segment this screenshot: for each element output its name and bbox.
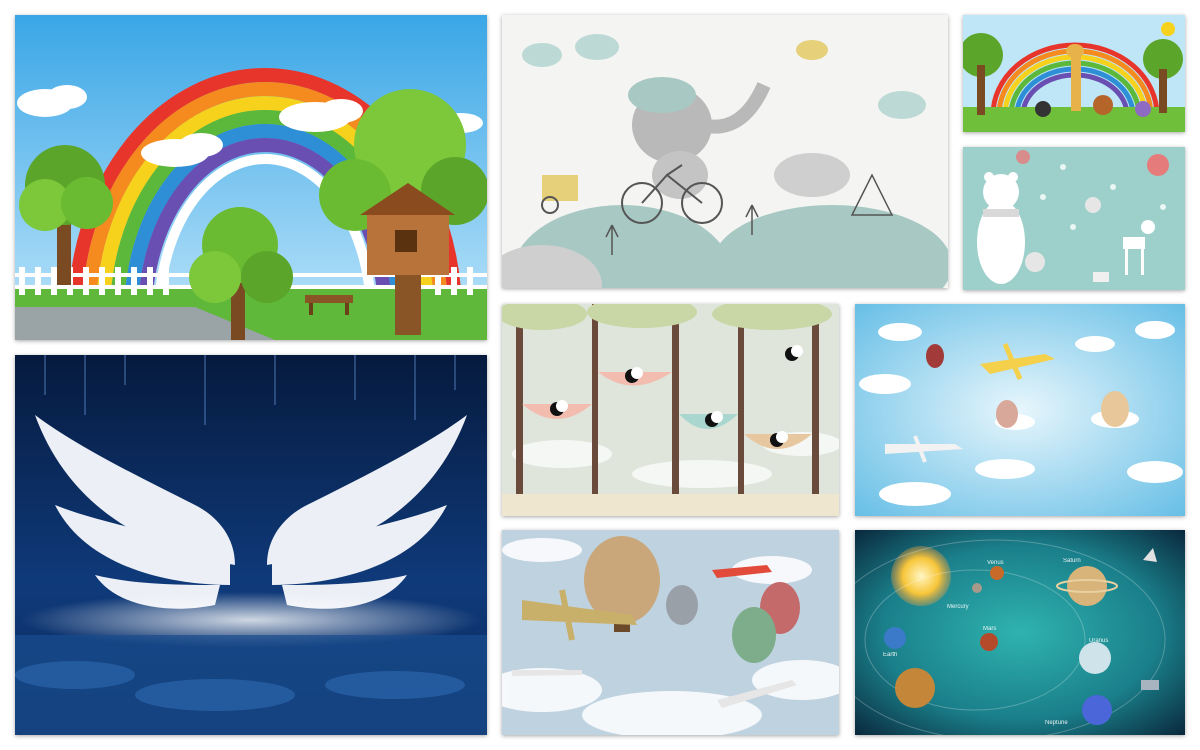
mars-label: Mars <box>983 626 996 632</box>
pandas-hammocks-image <box>502 304 839 516</box>
rainbow-animals-image <box>963 15 1185 132</box>
winter-bear-deer-image <box>963 147 1185 290</box>
uranus-label: Uranus <box>1089 638 1108 644</box>
angel-wings-mural[interactable] <box>15 355 487 735</box>
vintage-balloons-planes-mural[interactable] <box>502 530 839 735</box>
rainbow-treehouse-mural[interactable] <box>15 15 487 340</box>
winter-bear-deer-mural[interactable] <box>963 147 1185 290</box>
elephant-bicycle-image <box>502 15 948 288</box>
mercury-label: Mercury <box>947 604 969 610</box>
angel-wings-image <box>15 355 487 735</box>
solar-system-image: Saturn Venus Mercury Earth Mars Uranus N… <box>855 530 1185 735</box>
saturn-label: Saturn <box>1063 558 1081 564</box>
rainbow-treehouse-image <box>15 15 487 340</box>
earth-label: Earth <box>883 652 897 658</box>
vintage-balloons-planes-image <box>502 530 839 735</box>
planes-balloons-blue-image <box>855 304 1185 516</box>
planes-balloons-blue-mural[interactable] <box>855 304 1185 516</box>
venus-label: Venus <box>987 560 1004 566</box>
neptune-label: Neptune <box>1045 720 1068 726</box>
elephant-bicycle-mural[interactable] <box>502 15 948 288</box>
rainbow-animals-mural[interactable] <box>963 15 1185 132</box>
pandas-hammocks-mural[interactable] <box>502 304 839 516</box>
solar-system-mural[interactable]: Saturn Venus Mercury Earth Mars Uranus N… <box>855 530 1185 735</box>
